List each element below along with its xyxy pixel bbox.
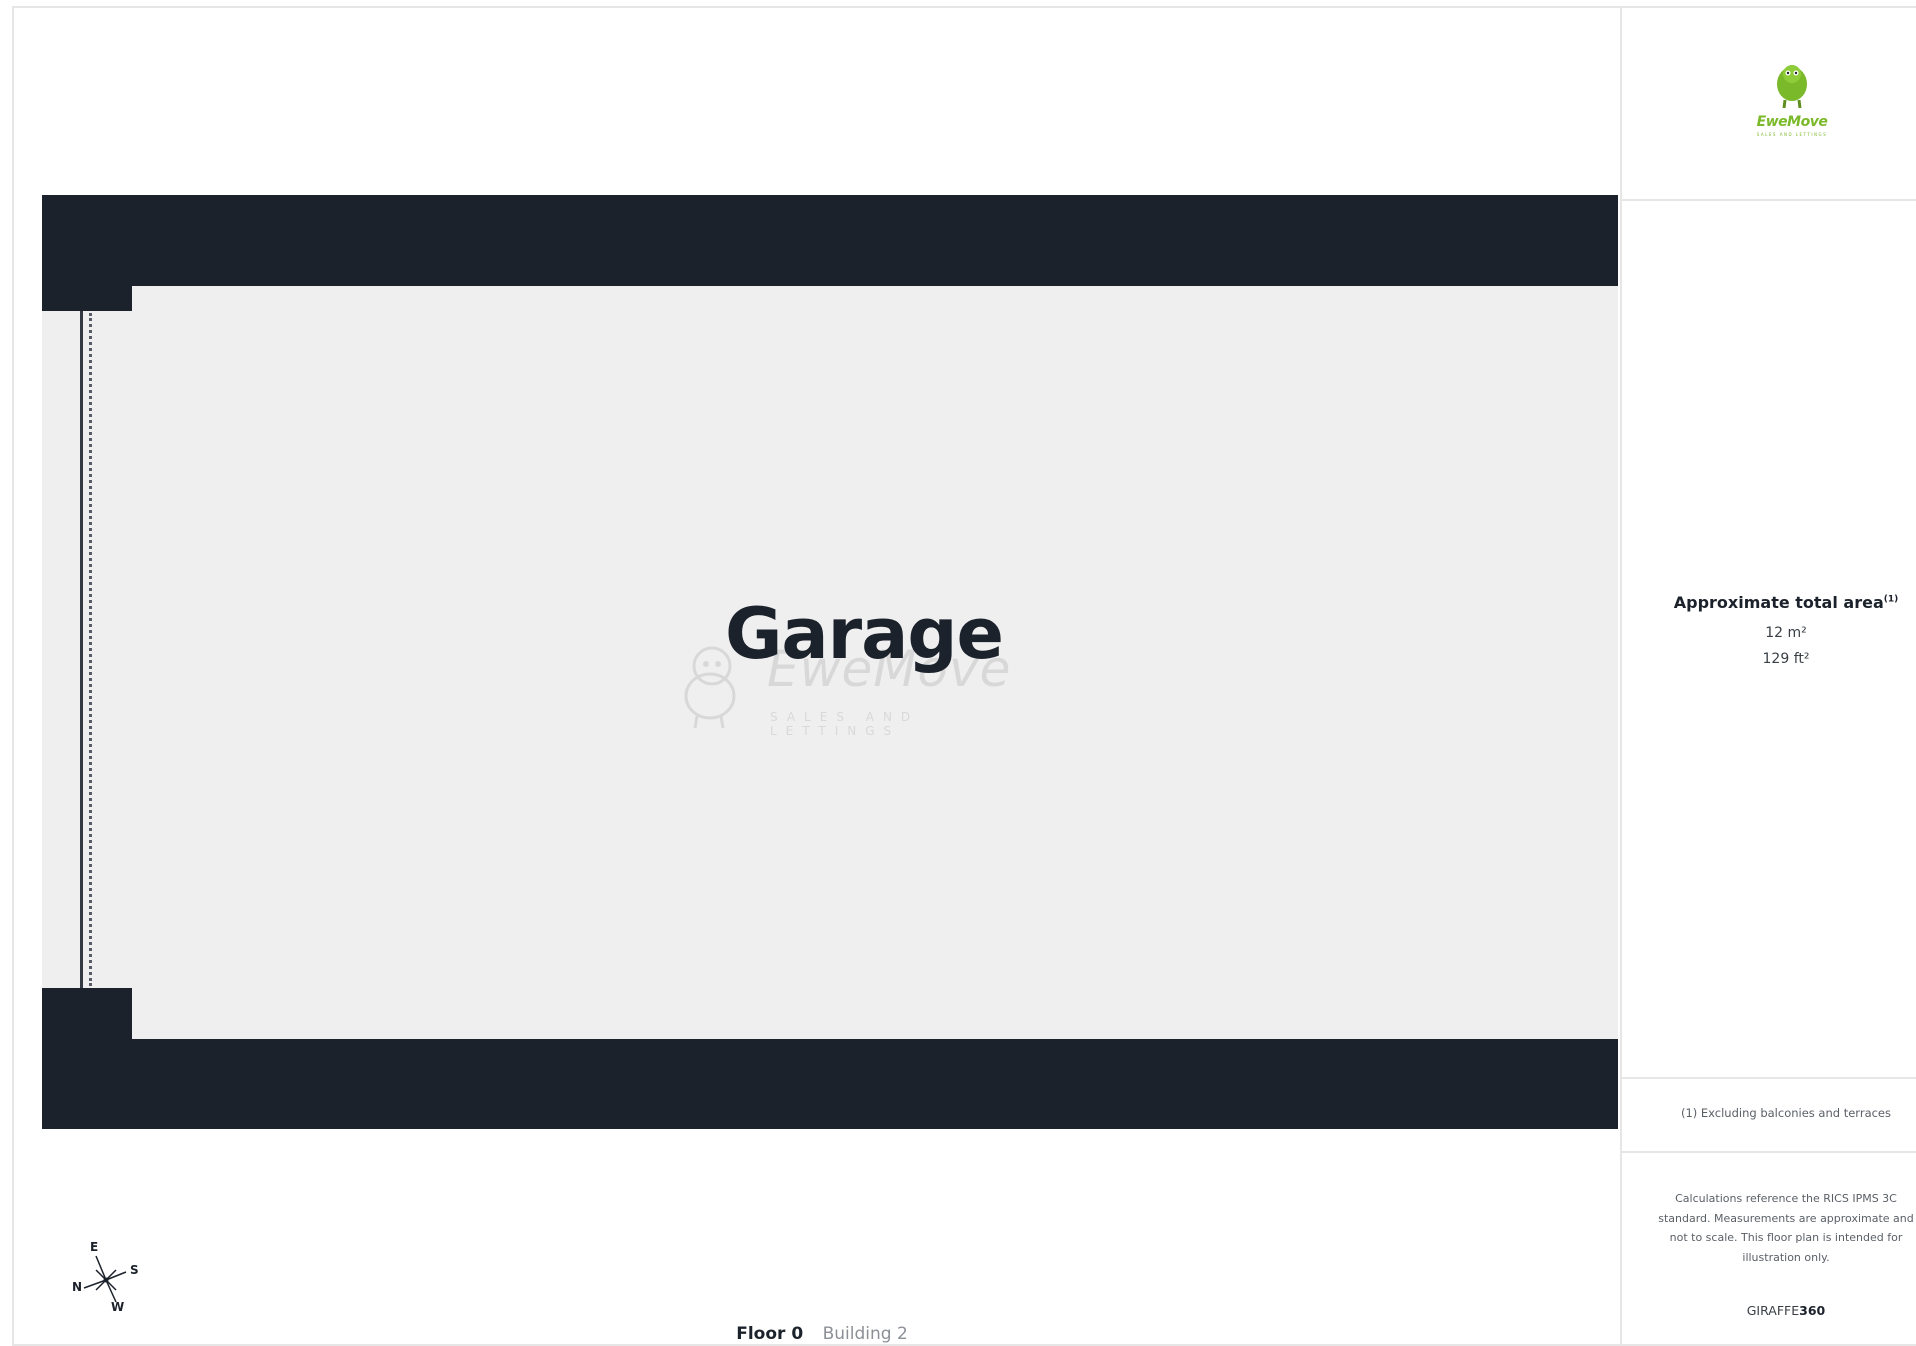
compass-east-label: E — [90, 1240, 99, 1254]
area-title-footnote-marker: (1) — [1883, 594, 1899, 605]
floor-plan: EweMove SALES AND LETTINGS Garage E S N … — [14, 8, 1620, 1346]
building-label: Building 2 — [822, 1324, 908, 1344]
area-title: Approximate total area(1) — [1622, 593, 1916, 612]
compass-south-label: S — [130, 1263, 139, 1277]
footnote-section: (1) Excluding balconies and terraces — [1622, 1079, 1916, 1153]
compass: E S N W — [70, 1240, 142, 1316]
garage-door-swing-dashes — [89, 313, 92, 986]
area-square-feet: 129 ft² — [1762, 651, 1810, 667]
watermark-tagline: SALES AND LETTINGS — [770, 710, 920, 738]
logo-wordmark: EweMove — [1756, 114, 1828, 130]
wall-top — [42, 195, 1618, 286]
info-panel: EweMove SALES AND LETTINGS Approximate t… — [1620, 8, 1916, 1346]
logo-tagline: SALES AND LETTINGS — [1756, 132, 1828, 137]
room-label-garage: Garage — [724, 593, 1004, 675]
footnote-text: (1) Excluding balconies and terraces — [1680, 1106, 1892, 1120]
compass-west-label: W — [111, 1300, 125, 1314]
logo-section: EweMove SALES AND LETTINGS — [1622, 8, 1916, 201]
disclaimer-section: Calculations reference the RICS IPMS 3C … — [1622, 1153, 1916, 1346]
sheep-logo-icon — [1777, 65, 1807, 109]
wall-corner-bottom-left — [42, 988, 132, 1040]
floor-label: Floor 0 — [736, 1324, 804, 1344]
garage-door-line — [80, 311, 83, 988]
disclaimer-text: Calculations reference the RICS IPMS 3C … — [1658, 1192, 1914, 1264]
area-square-metres: 12 m² — [1765, 625, 1807, 641]
wall-corner-top-left — [42, 286, 132, 311]
ewemove-logo: EweMove SALES AND LETTINGS — [1751, 60, 1833, 142]
area-section: Approximate total area(1) 12 m² 129 ft² — [1622, 201, 1916, 1079]
wall-bottom — [42, 1039, 1618, 1129]
brand-suffix: 360 — [1799, 1303, 1826, 1318]
brand-prefix: GIRAFFE — [1746, 1303, 1800, 1318]
giraffe360-brand: GIRAFFE360 — [1622, 1303, 1916, 1318]
area-title-text: Approximate total area — [1673, 593, 1884, 612]
floor-caption: Floor 0 Building 2 — [14, 1324, 1630, 1344]
compass-north-label: N — [72, 1280, 83, 1294]
